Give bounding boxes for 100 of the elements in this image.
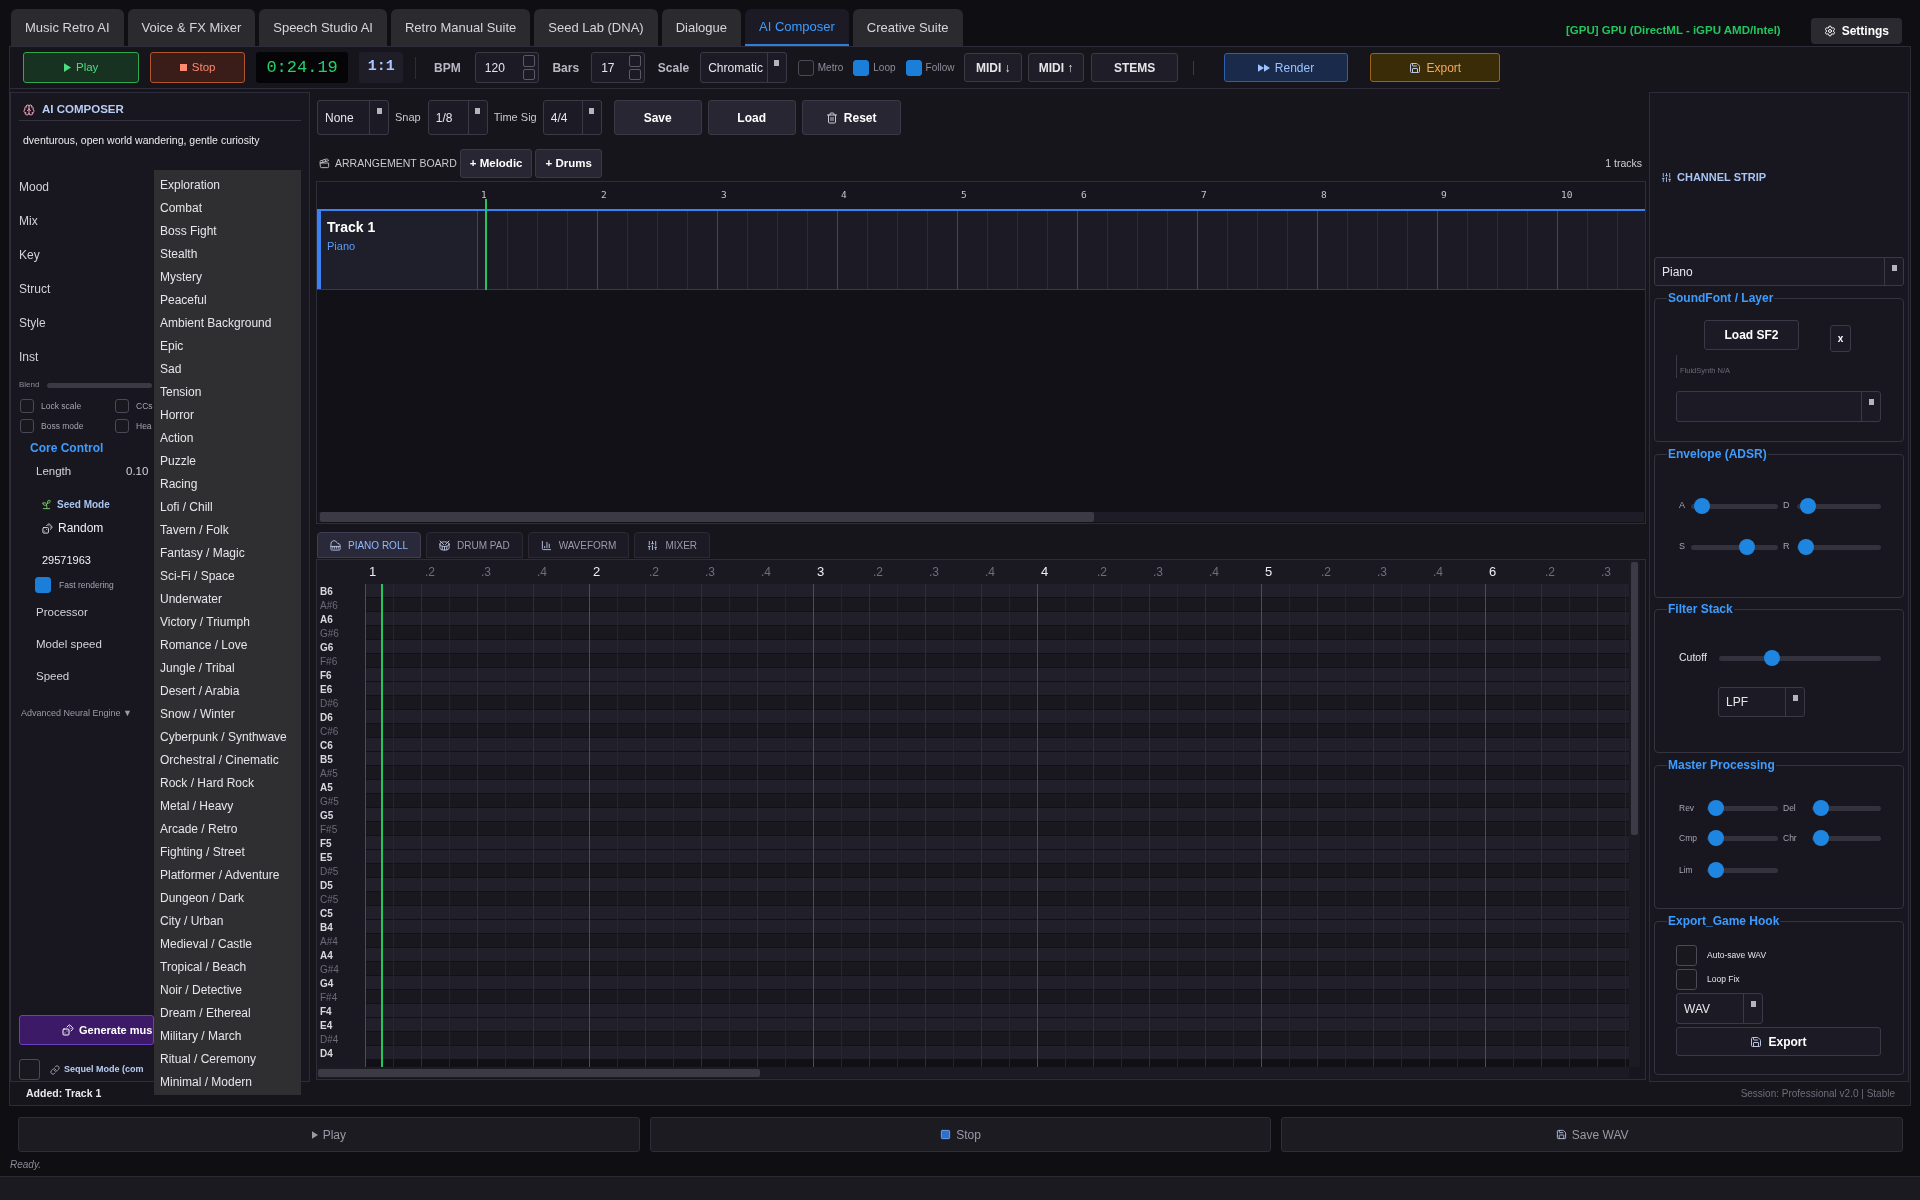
- note-lane[interactable]: [365, 864, 1629, 877]
- instrument-dropdown[interactable]: Piano: [1654, 257, 1904, 286]
- soundfont-dropdown[interactable]: [1676, 391, 1881, 422]
- slider-track[interactable]: [1691, 539, 1778, 555]
- slider-thumb[interactable]: [1708, 800, 1725, 816]
- slider-track[interactable]: [1719, 650, 1881, 666]
- note-lane[interactable]: [365, 780, 1629, 793]
- note-lane[interactable]: [365, 738, 1629, 751]
- menu-item[interactable]: Dream / Ethereal: [154, 1001, 301, 1024]
- menu-item[interactable]: Fantasy / Magic: [154, 541, 301, 564]
- midi-button[interactable]: MIDI ↑: [1028, 53, 1084, 82]
- step-up-button[interactable]: [628, 55, 641, 67]
- menu-item[interactable]: Cyberpunk / Synthwave: [154, 725, 301, 748]
- checkbox[interactable]: [1676, 945, 1697, 966]
- slider-track[interactable]: [1707, 800, 1778, 816]
- slider-thumb[interactable]: [1764, 650, 1781, 666]
- note-lane[interactable]: [365, 962, 1629, 975]
- scrollbar-thumb[interactable]: [1631, 562, 1638, 835]
- menu-item[interactable]: Underwater: [154, 587, 301, 610]
- menu-item[interactable]: Mystery: [154, 265, 301, 288]
- menu-item[interactable]: Tavern / Folk: [154, 518, 301, 541]
- midi-button[interactable]: MIDI ↓: [964, 53, 1023, 82]
- time-signature-dropdown[interactable]: 4/4: [542, 100, 602, 135]
- vertical-scrollbar[interactable]: [1629, 560, 1640, 1067]
- menu-item[interactable]: Combat: [154, 196, 301, 219]
- app-tab[interactable]: Creative Suite: [852, 9, 963, 46]
- note-lane[interactable]: [365, 836, 1629, 849]
- note-lane[interactable]: [365, 920, 1629, 933]
- play-button[interactable]: Play: [23, 52, 140, 83]
- menu-item[interactable]: Tension: [154, 380, 301, 403]
- menu-item[interactable]: Minimal / Modern: [154, 1070, 301, 1093]
- step-up-button[interactable]: [523, 55, 536, 67]
- slider-thumb[interactable]: [1798, 539, 1815, 555]
- slider-thumb[interactable]: [1708, 830, 1725, 846]
- seed-mode-value[interactable]: Random: [58, 519, 104, 537]
- checkbox[interactable]: [19, 1059, 40, 1080]
- slider-thumb[interactable]: [1693, 498, 1710, 514]
- slider-thumb[interactable]: [1813, 830, 1830, 846]
- note-lane[interactable]: [365, 892, 1629, 905]
- note-lane[interactable]: [365, 1018, 1629, 1031]
- format-dropdown[interactable]: WAV: [1676, 993, 1763, 1024]
- note-lane[interactable]: [365, 654, 1629, 667]
- slider-track[interactable]: [1812, 800, 1881, 816]
- app-tab[interactable]: Retro Manual Suite: [391, 9, 531, 46]
- view-tab[interactable]: WAVEFORM: [527, 532, 630, 558]
- slider-thumb[interactable]: [1813, 800, 1830, 816]
- number-field[interactable]: 120: [474, 52, 540, 83]
- quantize-dropdown[interactable]: None: [317, 100, 389, 135]
- note-lane[interactable]: [365, 612, 1629, 625]
- scale-dropdown[interactable]: Chromatic: [700, 52, 787, 83]
- settings-button[interactable]: Settings: [1810, 18, 1902, 44]
- note-lane[interactable]: [365, 794, 1629, 807]
- menu-item[interactable]: Racing: [154, 472, 301, 495]
- menu-item[interactable]: Ritual / Ceremony: [154, 1047, 301, 1070]
- note-lane[interactable]: [365, 1004, 1629, 1017]
- scrollbar-thumb[interactable]: [318, 1068, 760, 1077]
- checkbox[interactable]: [20, 399, 34, 413]
- view-tab[interactable]: PIANO ROLL: [317, 532, 422, 558]
- reset-button[interactable]: Reset: [801, 100, 901, 135]
- note-lane[interactable]: [365, 724, 1629, 737]
- load-soundfont-button[interactable]: Load SF2: [1704, 320, 1799, 350]
- menu-item[interactable]: Victory / Triumph: [154, 610, 301, 633]
- stop-button[interactable]: Stop: [150, 52, 245, 83]
- menu-item[interactable]: City / Urban: [154, 909, 301, 932]
- menu-item[interactable]: Metal / Heavy: [154, 794, 301, 817]
- note-lane[interactable]: [365, 766, 1629, 779]
- note-lane[interactable]: [365, 1032, 1629, 1045]
- note-lane[interactable]: [365, 710, 1629, 723]
- step-down-button[interactable]: [523, 68, 536, 80]
- note-lane[interactable]: [365, 752, 1629, 765]
- horizontal-scrollbar[interactable]: [317, 1067, 1629, 1078]
- menu-item[interactable]: Ambient Background: [154, 311, 301, 334]
- slider-track[interactable]: [1797, 539, 1881, 555]
- note-lane[interactable]: [365, 990, 1629, 1003]
- note-lane[interactable]: [365, 668, 1629, 681]
- generate-button[interactable]: Generate mus: [19, 1015, 154, 1045]
- menu-item[interactable]: Puzzle: [154, 449, 301, 472]
- menu-item[interactable]: Epic: [154, 334, 301, 357]
- app-tab[interactable]: Dialogue: [661, 9, 741, 46]
- note-lane[interactable]: [365, 948, 1629, 961]
- menu-item[interactable]: Arcade / Retro: [154, 817, 301, 840]
- app-tab[interactable]: Voice & FX Mixer: [127, 9, 256, 46]
- slider-track[interactable]: [1812, 830, 1881, 846]
- checkbox[interactable]: [797, 59, 814, 76]
- slider-track[interactable]: [1691, 498, 1778, 514]
- export-button[interactable]: Export: [1369, 53, 1500, 82]
- add-track-button[interactable]: + Drums: [535, 149, 602, 178]
- snap-dropdown[interactable]: 1/8: [427, 100, 488, 135]
- load-button[interactable]: Load: [707, 100, 796, 135]
- note-lane[interactable]: [365, 696, 1629, 709]
- step-down-button[interactable]: [628, 68, 641, 80]
- note-lane[interactable]: [365, 822, 1629, 835]
- render-button[interactable]: Render: [1224, 53, 1348, 82]
- checkbox[interactable]: [35, 577, 51, 593]
- save-button[interactable]: Save: [613, 100, 702, 135]
- menu-item[interactable]: Action: [154, 426, 301, 449]
- app-tab[interactable]: Music Retro AI: [11, 9, 124, 46]
- menu-item[interactable]: Peaceful: [154, 288, 301, 311]
- slider-thumb[interactable]: [1739, 539, 1756, 555]
- checkbox[interactable]: [1676, 969, 1697, 990]
